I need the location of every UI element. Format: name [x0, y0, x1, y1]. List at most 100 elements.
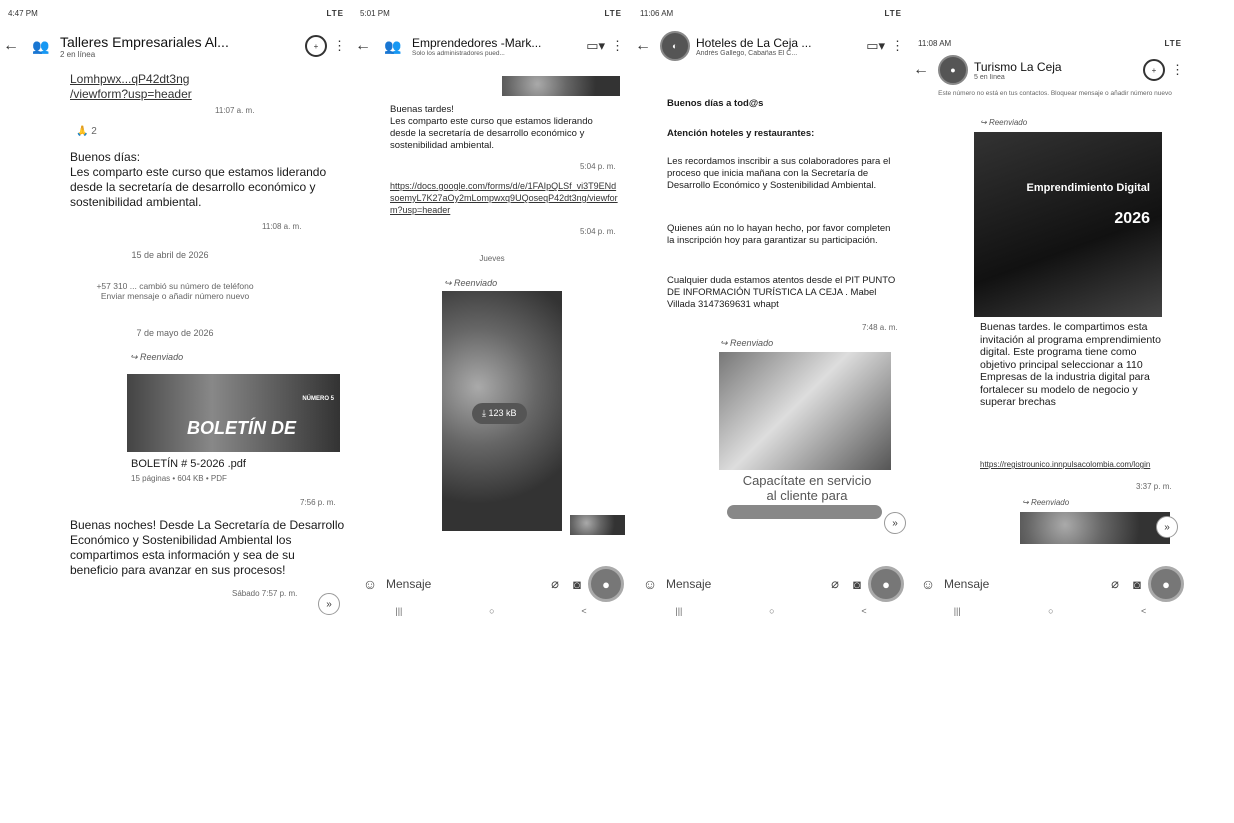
message-text: Buenas tardes. le compartimos esta invit…	[980, 321, 1161, 408]
forward-icon: ↪	[1022, 498, 1031, 507]
group-avatar-icon[interactable]: ◐	[660, 31, 690, 61]
blurred-image[interactable]: ⤓ 123 kB	[442, 291, 562, 531]
date-separator: 15 de abril de 2026	[131, 250, 209, 260]
forwarded-label: ↪ Reenviado	[130, 352, 183, 363]
promo-line-1: Capacítate en servicio	[742, 473, 872, 488]
forwarded-label: ↪ Reenviado	[980, 118, 1027, 127]
emoji-icon[interactable]: ☺	[640, 574, 660, 594]
chat-title-block[interactable]: Talleres Empresariales Al... 2 en línea	[60, 34, 305, 59]
more-options-icon[interactable]: ⋮	[1171, 62, 1184, 78]
nav-back-icon[interactable]: <	[861, 606, 866, 616]
link-line-1: Lomhpwx...qP42dt3ng	[70, 72, 190, 86]
camera-icon[interactable]: ◙	[1126, 573, 1148, 595]
forwarded-photo[interactable]	[719, 352, 891, 470]
status-bar: 4:47 PM LTE	[8, 6, 344, 20]
emoji-icon[interactable]: ☺	[360, 574, 380, 594]
call-add-icon[interactable]: +	[305, 35, 327, 57]
attach-icon[interactable]: ⌀	[1104, 573, 1126, 595]
chat-title-block[interactable]: Hoteles de La Ceja ... Andrés Gallego, C…	[696, 36, 866, 57]
forwarded-text: Reenviado	[730, 338, 774, 348]
system-nav-bar: ||| ○ <	[910, 602, 1190, 620]
status-time: 11:06 AM	[640, 8, 674, 18]
document-banner: BOLETÍN DE	[187, 418, 297, 438]
forwarded-image-2[interactable]	[1020, 512, 1170, 544]
more-options-icon[interactable]: ⋮	[611, 38, 624, 54]
message-composer: ☺ Mensaje ⌀ ◙ ●	[352, 566, 630, 602]
unknown-number-notice[interactable]: Este número no está en tus contactos. Bl…	[930, 90, 1180, 98]
document-name[interactable]: BOLETÍN # 5-2026 .pdf	[131, 457, 246, 472]
attach-icon[interactable]: ⌀	[824, 573, 846, 595]
chat-header: ← 👥 Talleres Empresariales Al... 2 en lí…	[0, 20, 352, 72]
group-avatar-icon[interactable]: ●	[938, 55, 968, 85]
recent-apps-icon[interactable]: |||	[954, 606, 961, 616]
more-options-icon[interactable]: ⋮	[891, 38, 904, 54]
back-arrow-icon[interactable]: ←	[632, 35, 654, 57]
message-input[interactable]: Mensaje	[660, 577, 824, 591]
chat-subtitle: Andrés Gallego, Cabañas El C...	[696, 49, 798, 57]
camera-icon[interactable]: ◙	[566, 573, 588, 595]
video-call-icon[interactable]: ▭▾	[866, 38, 885, 54]
forwarded-label: ↪ Reenviado	[444, 278, 497, 289]
message-input[interactable]: Mensaje	[938, 577, 1104, 591]
link-time: 11:07 a. m.	[215, 106, 255, 115]
chat-panel-turismo: 11:08 AM LTE ← ● Turismo La Ceja 5 en lí…	[910, 0, 1190, 620]
group-avatar-icon[interactable]: 👥	[28, 33, 54, 59]
scroll-down-icon[interactable]: »	[884, 512, 906, 534]
promo-banner-strip[interactable]	[727, 505, 882, 519]
mic-icon[interactable]: ●	[588, 566, 624, 602]
message-input[interactable]: Mensaje	[380, 577, 544, 591]
chat-title: Talleres Empresariales Al...	[60, 33, 229, 50]
status-time: 4:47 PM	[8, 8, 38, 18]
group-avatar-icon[interactable]: 👥	[380, 33, 406, 59]
call-add-icon[interactable]: +	[1143, 59, 1165, 81]
camera-icon[interactable]: ◙	[846, 573, 868, 595]
scroll-down-icon[interactable]: »	[1156, 516, 1178, 538]
previous-image[interactable]	[502, 76, 620, 96]
chat-subtitle: Solo los administradores pued...	[412, 49, 505, 57]
scroll-down-icon[interactable]: »	[318, 593, 340, 615]
promo-line-2: al cliente para	[766, 488, 848, 503]
recent-apps-icon[interactable]: |||	[395, 606, 402, 616]
home-icon[interactable]: ○	[1048, 606, 1053, 616]
back-arrow-icon[interactable]: ←	[352, 35, 374, 57]
mic-icon[interactable]: ●	[1148, 566, 1184, 602]
system-notice-line1: +57 310 ... cambió su número de teléfono	[96, 281, 254, 291]
video-call-icon[interactable]: ▭▾	[586, 38, 605, 54]
chat-title-block[interactable]: Turismo La Ceja 5 en línea	[974, 60, 1143, 81]
date-separator: Jueves	[479, 254, 505, 263]
reaction-badge[interactable]: 🙏 2	[76, 126, 97, 137]
document-preview[interactable]: NÚMERO 5 BOLETÍN DE	[127, 374, 340, 452]
status-bar: 5:01 PM LTE	[360, 6, 622, 20]
system-notice[interactable]: +57 310 ... cambió su número de teléfono…	[20, 281, 330, 301]
chat-title-block[interactable]: Emprendedores -Mark... Solo los administ…	[412, 36, 586, 57]
program-poster[interactable]: Emprendimiento Digital 2026	[974, 132, 1162, 317]
registration-link[interactable]: https://registrounico.innpulsacolombia.c…	[980, 459, 1170, 471]
status-bar: 11:08 AM LTE	[918, 36, 1182, 50]
next-image-edge[interactable]	[570, 515, 625, 535]
status-signal: LTE	[604, 8, 622, 18]
message-text: Buenas tardes! Les comparto este curso q…	[390, 104, 593, 151]
back-arrow-icon[interactable]: ←	[910, 59, 932, 81]
form-link[interactable]: https://docs.google.com/forms/d/e/1FAIpQ…	[390, 180, 620, 216]
nav-back-icon[interactable]: <	[581, 606, 586, 616]
status-signal: LTE	[884, 8, 902, 18]
chat-title: Emprendedores -Mark...	[412, 35, 542, 50]
back-arrow-icon[interactable]: ←	[0, 35, 22, 57]
mic-icon[interactable]: ●	[868, 566, 904, 602]
date-separator-2: 7 de mayo de 2026	[136, 328, 214, 338]
home-icon[interactable]: ○	[489, 606, 494, 616]
more-options-icon[interactable]: ⋮	[333, 38, 346, 54]
chat-subtitle: 2 en línea	[60, 49, 96, 59]
system-notice-line2: Enviar mensaje o añadir número nuevo	[100, 291, 250, 301]
download-button[interactable]: ⤓ 123 kB	[472, 403, 527, 424]
recent-apps-icon[interactable]: |||	[675, 606, 682, 616]
nav-back-icon[interactable]: <	[1141, 606, 1146, 616]
link-message[interactable]: Lomhpwx...qP42dt3ng /viewform?usp=header	[70, 72, 340, 102]
message-text: Buenos días: Les comparto este curso que…	[70, 150, 327, 209]
home-icon[interactable]: ○	[769, 606, 774, 616]
emoji-icon[interactable]: ☺	[918, 574, 938, 594]
chat-header: ← ◐ Hoteles de La Ceja ... Andrés Galleg…	[632, 20, 910, 72]
message-time: 7:48 a. m.	[862, 323, 898, 332]
attach-icon[interactable]: ⌀	[544, 573, 566, 595]
document-time: 7:56 p. m.	[300, 498, 336, 507]
